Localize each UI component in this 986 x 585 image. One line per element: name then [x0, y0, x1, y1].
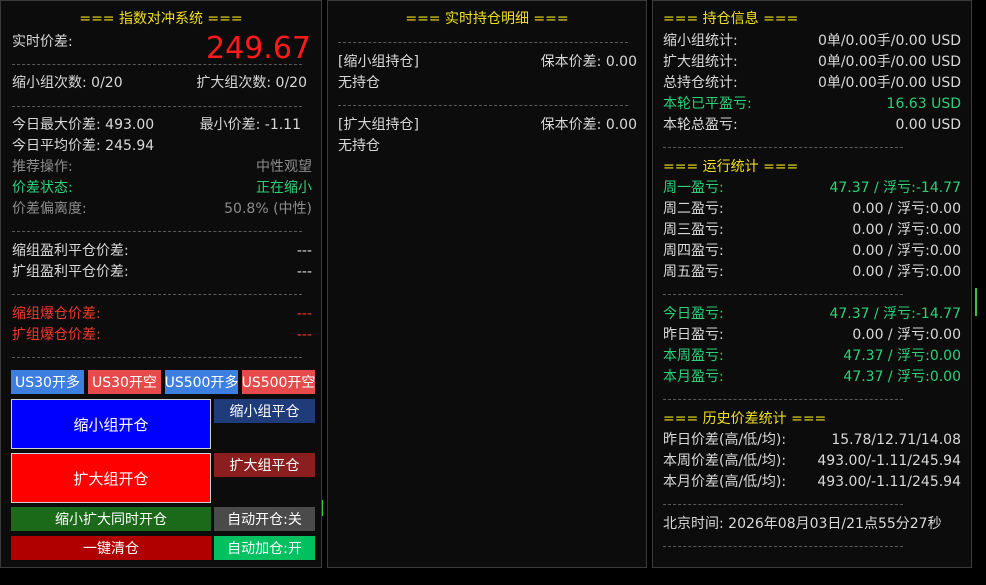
week-label: 周三盈亏:	[663, 222, 724, 238]
divider	[663, 546, 903, 547]
divider	[12, 64, 302, 65]
history-value: 15.78/12.71/14.08	[831, 432, 961, 448]
info-label: 总持仓统计:	[663, 75, 738, 91]
info-value: 16.63 USD	[886, 96, 961, 112]
period-label: 本周盈亏:	[663, 348, 724, 364]
shrink-profit-value: ---	[296, 243, 312, 259]
info-value: 0单/0.00手/0.00 USD	[817, 33, 961, 49]
divider	[12, 231, 302, 232]
state-value: 正在缩小	[256, 180, 312, 196]
shrink-header: [缩小组持仓]	[338, 54, 419, 70]
auto-add-toggle[interactable]: 自动加仓:开	[214, 536, 315, 560]
divider	[12, 294, 302, 295]
shrink-count: 缩小组次数: 0/20	[12, 75, 123, 91]
recommend-label: 推荐操作:	[12, 159, 73, 175]
chart-candle-fragment	[322, 500, 323, 516]
account-info-panel: === 持仓信息 === 缩小组统计: 0单/0.00手/0.00 USD 扩大…	[652, 0, 972, 568]
price-label: 实时价差:	[12, 34, 73, 50]
panel-title: === 持仓信息 ===	[663, 11, 799, 27]
expand-close-button[interactable]: 扩大组平仓	[214, 453, 315, 477]
shrink-profit-label: 缩组盈利平仓价差:	[12, 243, 129, 259]
today-min: 最小价差: -1.11	[199, 117, 301, 133]
us30-short-button[interactable]: US30开空	[88, 370, 161, 394]
expand-empty: 无持仓	[338, 138, 380, 154]
both-open-button[interactable]: 缩小扩大同时开仓	[11, 507, 211, 531]
history-label: 本周价差(高/低/均):	[663, 453, 787, 469]
expand-header: [扩大组持仓]	[338, 117, 419, 133]
info-value: 0单/0.00手/0.00 USD	[817, 75, 961, 91]
period-value: 47.37 / 浮亏:-14.77	[829, 306, 961, 322]
week-label: 周一盈亏:	[663, 180, 724, 196]
period-value: 0.00 / 浮亏:0.00	[852, 327, 961, 343]
expand-count: 扩大组次数: 0/20	[196, 75, 307, 91]
divider	[338, 105, 628, 106]
panel-title: === 指数对冲系统 ===	[79, 11, 243, 27]
recommend-value: 中性观望	[256, 159, 312, 175]
shrink-close-button[interactable]: 缩小组平仓	[214, 399, 315, 423]
us30-long-button[interactable]: US30开多	[11, 370, 84, 394]
history-title: === 历史价差统计 ===	[663, 411, 827, 427]
divider	[663, 399, 903, 400]
period-label: 今日盈亏:	[663, 306, 724, 322]
info-value: 0.00 USD	[895, 117, 961, 133]
history-label: 昨日价差(高/低/均):	[663, 432, 787, 448]
divider	[663, 294, 903, 295]
chart-candle-fragment	[975, 288, 977, 316]
panel-title: === 实时持仓明细 ===	[405, 11, 569, 27]
history-label: 本月价差(高/低/均):	[663, 474, 787, 490]
info-value: 0单/0.00手/0.00 USD	[817, 54, 961, 70]
today-avg: 今日平均价差: 245.94	[12, 138, 155, 154]
shrink-liq-value: ---	[296, 306, 312, 322]
state-label: 价差状态:	[12, 180, 73, 196]
divider	[12, 357, 302, 358]
info-label: 本轮已平盈亏:	[663, 96, 752, 112]
divider	[663, 504, 903, 505]
info-label: 本轮总盈亏:	[663, 117, 738, 133]
expand-open-button[interactable]: 扩大组开仓	[11, 453, 211, 503]
deviation-label: 价差偏离度:	[12, 201, 87, 217]
week-value: 47.37 / 浮亏:-14.77	[829, 180, 961, 196]
week-value: 0.00 / 浮亏:0.00	[852, 243, 961, 259]
week-label: 周五盈亏:	[663, 264, 724, 280]
info-label: 缩小组统计:	[663, 33, 738, 49]
week-label: 周四盈亏:	[663, 243, 724, 259]
info-label: 扩大组统计:	[663, 54, 738, 70]
shrink-breakeven: 保本价差: 0.00	[540, 54, 637, 70]
divider	[663, 147, 903, 148]
run-stats-title: === 运行统计 ===	[663, 159, 799, 175]
week-value: 0.00 / 浮亏:0.00	[852, 201, 961, 217]
period-label: 昨日盈亏:	[663, 327, 724, 343]
us500-short-button[interactable]: US500开空	[242, 370, 315, 394]
us500-long-button[interactable]: US500开多	[165, 370, 238, 394]
expand-liq-value: ---	[296, 327, 312, 343]
beijing-time: 北京时间: 2026年08月03日/21点55分27秒	[663, 516, 942, 532]
realtime-price-value: 249.67	[206, 31, 311, 66]
shrink-liq-label: 缩组爆仓价差:	[12, 306, 101, 322]
expand-liq-label: 扩组爆仓价差:	[12, 327, 101, 343]
expand-breakeven: 保本价差: 0.00	[540, 117, 637, 133]
divider	[338, 42, 628, 43]
history-value: 493.00/-1.11/245.94	[817, 453, 961, 469]
expand-profit-value: ---	[296, 264, 312, 280]
period-label: 本月盈亏:	[663, 369, 724, 385]
shrink-empty: 无持仓	[338, 75, 380, 91]
hedge-system-panel: === 指数对冲系统 === 实时价差: 249.67 缩小组次数: 0/20 …	[0, 0, 322, 568]
period-value: 47.37 / 浮亏:0.00	[843, 348, 961, 364]
week-value: 0.00 / 浮亏:0.00	[852, 222, 961, 238]
week-label: 周二盈亏:	[663, 201, 724, 217]
week-value: 0.00 / 浮亏:0.00	[852, 264, 961, 280]
auto-open-toggle[interactable]: 自动开仓:关	[214, 507, 315, 531]
positions-detail-panel: === 实时持仓明细 === [缩小组持仓] 保本价差: 0.00 无持仓 [扩…	[327, 0, 647, 568]
divider	[12, 106, 302, 107]
today-max: 今日最大价差: 493.00	[12, 117, 155, 133]
period-value: 47.37 / 浮亏:0.00	[843, 369, 961, 385]
clear-all-button[interactable]: 一键清仓	[11, 536, 211, 560]
history-value: 493.00/-1.11/245.94	[817, 474, 961, 490]
expand-profit-label: 扩组盈利平仓价差:	[12, 264, 129, 280]
shrink-open-button[interactable]: 缩小组开仓	[11, 399, 211, 449]
deviation-value: 50.8% (中性)	[224, 201, 312, 217]
